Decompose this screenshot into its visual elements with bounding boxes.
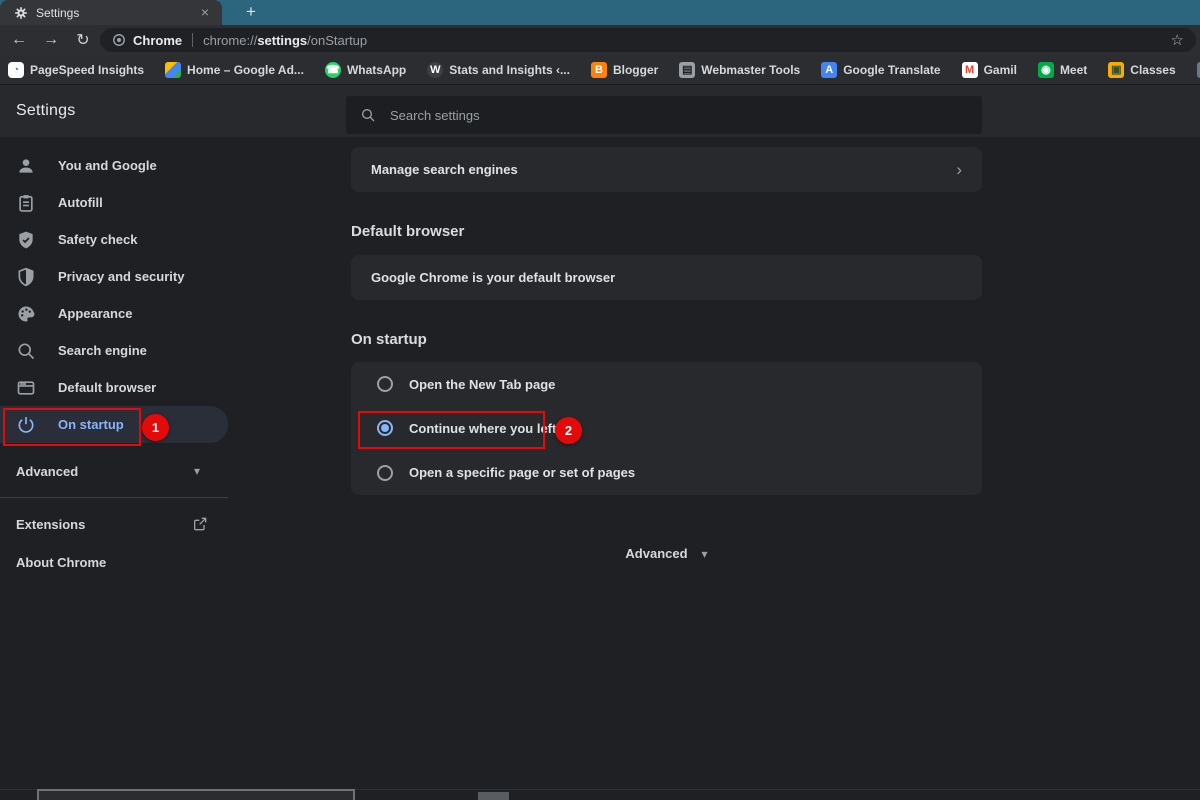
sidebar-item-about-chrome[interactable]: About Chrome bbox=[0, 543, 228, 581]
settings-sidebar: You and Google Autofill Safety check Pri… bbox=[0, 137, 250, 581]
settings-header: Settings bbox=[0, 85, 1200, 137]
sidebar-item-extensions[interactable]: Extensions bbox=[0, 505, 228, 543]
external-link-icon bbox=[192, 516, 208, 532]
whatsapp-icon: ☎ bbox=[325, 62, 341, 78]
person-icon bbox=[16, 156, 36, 176]
default-browser-card: Google Chrome is your default browser bbox=[351, 255, 982, 300]
bookmark-pagespeed-insights[interactable]: ◔PageSpeed Insights bbox=[8, 62, 144, 78]
section-heading-default-browser: Default browser bbox=[351, 223, 464, 240]
radio-option-new-tab[interactable]: Open the New Tab page bbox=[351, 362, 982, 406]
browser-tab-settings[interactable]: Settings × bbox=[0, 0, 222, 25]
bookmark-google-translate[interactable]: AGoogle Translate bbox=[821, 62, 940, 78]
bookmark-home-fusion[interactable]: ◪Home - Fusion bbox=[1197, 62, 1200, 78]
bookmark-google-ads[interactable]: Home – Google Ad... bbox=[165, 62, 304, 78]
sidebar-item-safety-check[interactable]: Safety check bbox=[0, 221, 228, 258]
sidebar-item-appearance[interactable]: Appearance bbox=[0, 295, 228, 332]
browser-window-icon bbox=[16, 378, 36, 398]
tab-close-icon[interactable]: × bbox=[196, 4, 214, 22]
search-input[interactable] bbox=[390, 108, 890, 123]
bookmarks-bar: ◔PageSpeed Insights Home – Google Ad... … bbox=[0, 55, 1200, 85]
annotation-box-1 bbox=[3, 408, 141, 446]
palette-icon bbox=[16, 304, 36, 324]
taskbar-search-partial[interactable] bbox=[37, 789, 355, 800]
radio-button[interactable] bbox=[377, 465, 393, 481]
wordpress-icon: W bbox=[427, 62, 443, 78]
settings-search[interactable] bbox=[346, 96, 982, 134]
bookmark-webmaster-tools[interactable]: ▤Webmaster Tools bbox=[679, 62, 800, 78]
shield-half-icon bbox=[16, 267, 36, 287]
bookmark-blogger[interactable]: BBlogger bbox=[591, 62, 658, 78]
webmaster-tools-icon: ▤ bbox=[679, 62, 695, 78]
bookmark-meet[interactable]: ◉Meet bbox=[1038, 62, 1087, 78]
bookmark-whatsapp[interactable]: ☎WhatsApp bbox=[325, 62, 406, 78]
gmail-icon: M bbox=[962, 62, 978, 78]
back-icon[interactable]: ← bbox=[6, 31, 32, 49]
sidebar-item-search-engine[interactable]: Search engine bbox=[0, 332, 228, 369]
browser-window: Settings × + ← → ↻ Chrome chrome://setti… bbox=[0, 0, 1200, 800]
omnibox-separator bbox=[192, 33, 193, 47]
sidebar-advanced-toggle[interactable]: Advanced ▾ bbox=[0, 452, 228, 490]
radio-label: Open a specific page or set of pages bbox=[409, 465, 635, 480]
reload-icon[interactable]: ↻ bbox=[70, 30, 96, 50]
browser-toolbar: ← → ↻ Chrome chrome://settings/onStartup… bbox=[0, 25, 1200, 55]
google-ads-icon bbox=[165, 62, 181, 78]
radio-option-specific-pages[interactable]: Open a specific page or set of pages bbox=[351, 451, 982, 495]
bookmark-stats-insights[interactable]: WStats and Insights ‹... bbox=[427, 62, 570, 78]
page-title: Settings bbox=[16, 85, 75, 137]
sidebar-item-you-and-google[interactable]: You and Google bbox=[0, 147, 228, 184]
sidebar-item-autofill[interactable]: Autofill bbox=[0, 184, 228, 221]
bookmark-star-icon[interactable]: ☆ bbox=[1171, 31, 1184, 49]
shield-check-icon bbox=[16, 230, 36, 250]
settings-body: You and Google Autofill Safety check Pri… bbox=[0, 137, 1200, 800]
meet-icon: ◉ bbox=[1038, 62, 1054, 78]
pagespeed-icon: ◔ bbox=[8, 62, 24, 78]
caret-down-icon: ▾ bbox=[194, 464, 200, 478]
fusion-icon: ◪ bbox=[1197, 62, 1200, 78]
sidebar-item-default-browser[interactable]: Default browser bbox=[0, 369, 228, 406]
chrome-logo-icon bbox=[112, 33, 126, 47]
annotation-badge-1: 1 bbox=[142, 414, 169, 441]
site-chip-label: Chrome bbox=[133, 33, 182, 48]
sidebar-item-privacy-and-security[interactable]: Privacy and security bbox=[0, 258, 228, 295]
radio-button[interactable] bbox=[377, 376, 393, 392]
google-translate-icon: A bbox=[821, 62, 837, 78]
tab-strip: Settings × + bbox=[0, 0, 1200, 25]
omnibox-url[interactable]: chrome://settings/onStartup bbox=[203, 33, 367, 48]
tab-favicon-gear-icon bbox=[14, 6, 28, 20]
radio-label: Open the New Tab page bbox=[409, 377, 555, 392]
forward-icon[interactable]: → bbox=[38, 31, 64, 49]
caret-down-icon: ▾ bbox=[702, 547, 708, 561]
section-heading-on-startup: On startup bbox=[351, 331, 427, 348]
annotation-box-2 bbox=[358, 411, 545, 449]
default-browser-status: Google Chrome is your default browser bbox=[371, 270, 615, 285]
magnifier-icon bbox=[16, 341, 36, 361]
new-tab-button[interactable]: + bbox=[236, 0, 266, 25]
blogger-icon: B bbox=[591, 62, 607, 78]
advanced-button[interactable]: Advanced ▾ bbox=[351, 546, 982, 561]
chevron-right-icon: › bbox=[956, 160, 962, 180]
tab-title: Settings bbox=[36, 6, 196, 20]
clipboard-icon bbox=[16, 193, 36, 213]
sidebar-divider bbox=[0, 497, 228, 498]
bookmark-classes[interactable]: ▣Classes bbox=[1108, 62, 1175, 78]
manage-search-engines-row[interactable]: Manage search engines › bbox=[351, 147, 982, 192]
search-icon bbox=[360, 107, 376, 123]
omnibox[interactable]: Chrome chrome://settings/onStartup ☆ bbox=[100, 28, 1196, 52]
bookmark-gamil[interactable]: MGamil bbox=[962, 62, 1017, 78]
taskbar-icon-partial[interactable] bbox=[478, 792, 509, 800]
annotation-badge-2: 2 bbox=[555, 417, 582, 444]
classroom-icon: ▣ bbox=[1108, 62, 1124, 78]
